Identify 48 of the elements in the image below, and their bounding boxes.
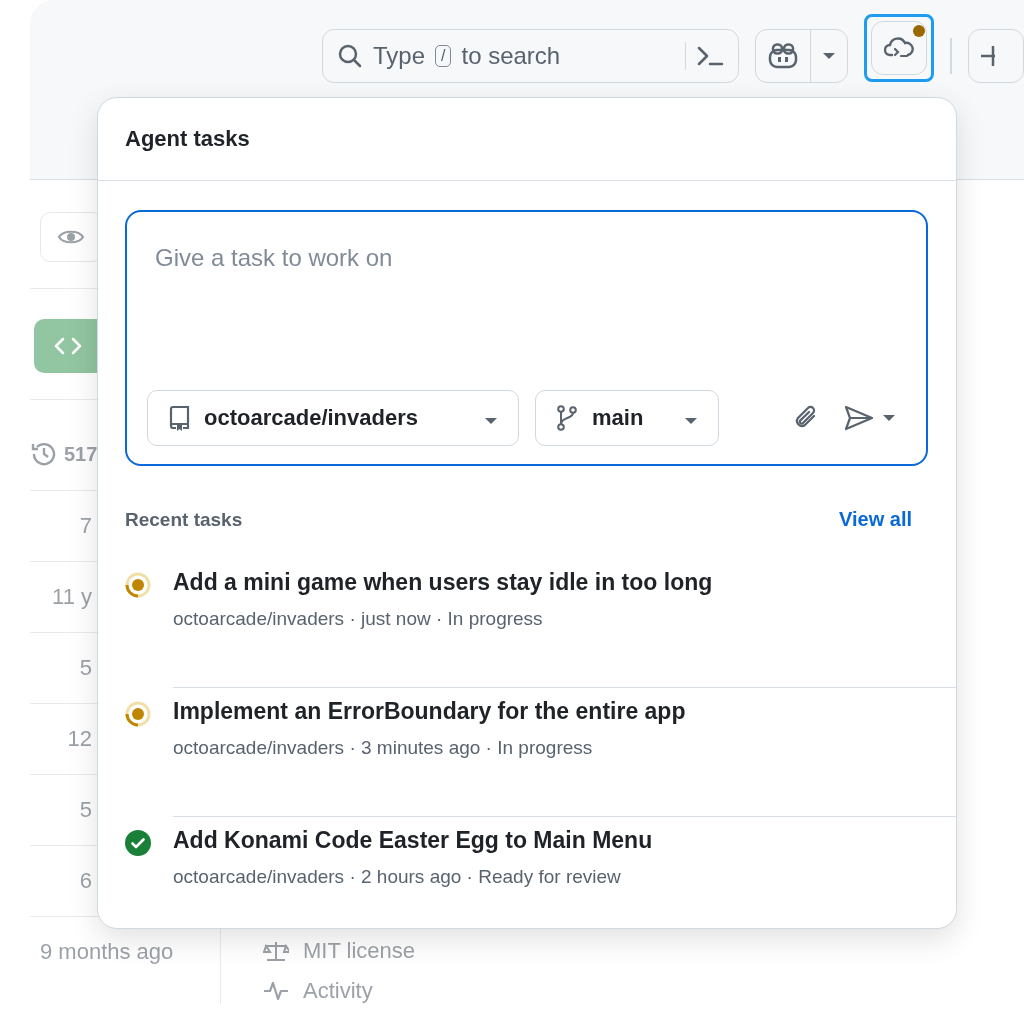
task-title: Implement an ErrorBoundary for the entire app: [173, 698, 687, 725]
repo-icon: [168, 405, 190, 431]
commit-age: 5: [79, 655, 92, 681]
history-icon: [30, 440, 58, 468]
commit-age: 5: [79, 797, 92, 823]
caret-icon: [484, 417, 498, 425]
task-meta: octoarcade/invaders · just now · In progress: [173, 608, 544, 630]
task-meta: octoarcade/invaders · 2 hours ago · Ready for review: [173, 866, 622, 888]
popover-title: Agent tasks: [125, 126, 250, 152]
task-title: Add a mini game when users stay idle in too long: [173, 569, 714, 596]
agent-tasks-button[interactable]: [864, 14, 935, 82]
caret-icon: [822, 52, 837, 60]
search-icon: [337, 43, 363, 69]
task-input[interactable]: Give a task to work on octoarcade/invaders main: [125, 210, 928, 466]
task-item[interactable]: Implement an ErrorBoundary for the entire app octoarcade/invaders · 3 minutes ago · In progress: [98, 692, 956, 821]
send-icon: [844, 405, 874, 431]
terminal-icon[interactable]: [696, 45, 725, 67]
in-progress-icon: [125, 572, 151, 598]
task-title: Add Konami Code Easter Egg to Main Menu: [173, 827, 654, 854]
commit-age: 6: [79, 868, 92, 894]
search-placeholder: to search: [461, 42, 561, 70]
commit-age: 7: [79, 513, 92, 539]
in-progress-icon: [125, 701, 151, 727]
section-heading: Recent tasks: [125, 508, 243, 531]
branch-select[interactable]: main: [535, 390, 719, 446]
commit-count: 517: [64, 442, 98, 466]
task-item[interactable]: Add Konami Code Easter Egg to Main Menu octoarcade/invaders · 2 hours ago · Ready for review: [98, 821, 956, 928]
caret-icon: [684, 417, 698, 425]
branch-icon: [556, 405, 578, 431]
pulse-icon: [263, 980, 289, 1002]
cloud-terminal-icon: [884, 36, 915, 60]
commit-age: 12: [67, 726, 92, 752]
create-button[interactable]: [967, 29, 1024, 83]
repository-select[interactable]: octoarcade/invaders: [147, 390, 519, 446]
scale-icon: [263, 940, 289, 962]
plus-icon: [980, 44, 995, 68]
commit-age: 11 y: [52, 584, 92, 610]
view-all-link[interactable]: View all: [839, 508, 912, 531]
task-item[interactable]: Add a mini game when users stay idle in too long octoarcade/invaders · just now · In progress: [98, 563, 956, 692]
code-icon: [54, 336, 82, 356]
task-meta: octoarcade/invaders · 3 minutes ago · In progress: [173, 737, 594, 759]
check-circle-icon: [125, 830, 151, 856]
caret-icon: [882, 414, 896, 422]
shortcut-key: /: [435, 45, 452, 67]
commit-age: 9 months ago: [40, 939, 174, 965]
search-placeholder: Type: [373, 42, 426, 70]
robot-face-icon: [768, 43, 799, 69]
search-field[interactable]: Type / to search: [322, 29, 740, 83]
